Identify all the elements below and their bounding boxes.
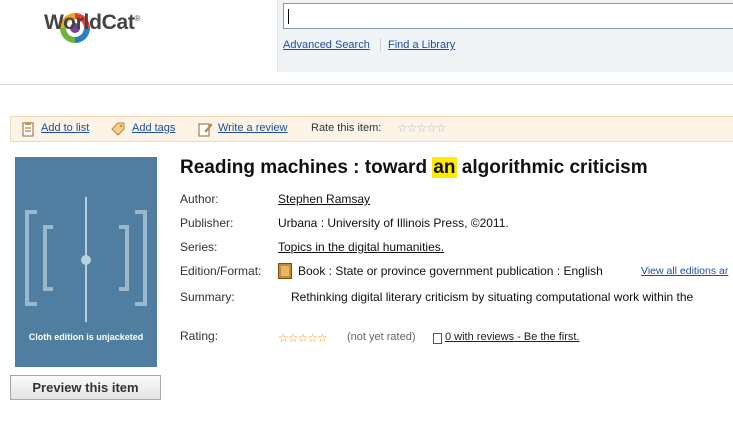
preview-item-button[interactable]: Preview this item bbox=[10, 375, 161, 400]
rating-label: Rating: bbox=[180, 329, 219, 343]
book-cover-image[interactable]: Cloth edition is unjacketed bbox=[15, 157, 157, 367]
add-tags-link[interactable]: Add tags bbox=[132, 122, 175, 134]
item-toolbar: Add to list Add tags Write a review Rate… bbox=[10, 116, 733, 142]
reviews-link[interactable]: 0 with reviews - Be the first. bbox=[445, 331, 580, 343]
publisher-value: Urbana : University of Illinois Press, ©… bbox=[278, 216, 509, 230]
text-caret bbox=[288, 9, 289, 24]
book-icon bbox=[278, 263, 292, 279]
reviews-icon bbox=[433, 333, 442, 344]
add-to-list-link[interactable]: Add to list bbox=[41, 122, 89, 134]
series-label: Series: bbox=[180, 240, 218, 254]
rate-item-stars[interactable]: ☆☆☆☆☆ bbox=[397, 121, 447, 135]
not-rated-text: (not yet rated) bbox=[347, 331, 416, 343]
summary-text: Rethinking digital literary criticism by… bbox=[291, 290, 694, 304]
rating-stars[interactable]: ☆☆☆☆☆ bbox=[278, 331, 328, 345]
advanced-search-link[interactable]: Advanced Search bbox=[283, 39, 370, 51]
list-icon[interactable] bbox=[20, 121, 36, 137]
view-all-editions-link[interactable]: View all editions ar bbox=[641, 265, 728, 277]
format-label: Edition/Format: bbox=[180, 264, 262, 278]
format-value: Book : State or province government publ… bbox=[298, 264, 603, 278]
search-term-highlight: an bbox=[432, 157, 457, 178]
record-title: Reading machines : toward an algorithmic… bbox=[180, 157, 648, 178]
link-separator bbox=[380, 38, 381, 52]
series-link[interactable]: Topics in the digital humanities. bbox=[278, 240, 444, 254]
header-divider bbox=[0, 84, 733, 85]
registered-mark: ® bbox=[134, 14, 141, 23]
publisher-label: Publisher: bbox=[180, 216, 234, 230]
author-link[interactable]: Stephen Ramsay bbox=[278, 192, 370, 206]
find-library-link[interactable]: Find a Library bbox=[388, 39, 455, 51]
logo-wordmark[interactable]: WorldCat® bbox=[44, 11, 140, 35]
tag-icon[interactable] bbox=[110, 121, 126, 137]
rate-item-label: Rate this item: bbox=[311, 122, 382, 134]
search-input[interactable] bbox=[283, 3, 733, 29]
author-label: Author: bbox=[180, 192, 219, 206]
cover-caption: Cloth edition is unjacketed bbox=[28, 332, 144, 342]
review-icon[interactable] bbox=[197, 121, 213, 137]
summary-label: Summary: bbox=[180, 290, 235, 304]
write-review-link[interactable]: Write a review bbox=[218, 122, 287, 134]
